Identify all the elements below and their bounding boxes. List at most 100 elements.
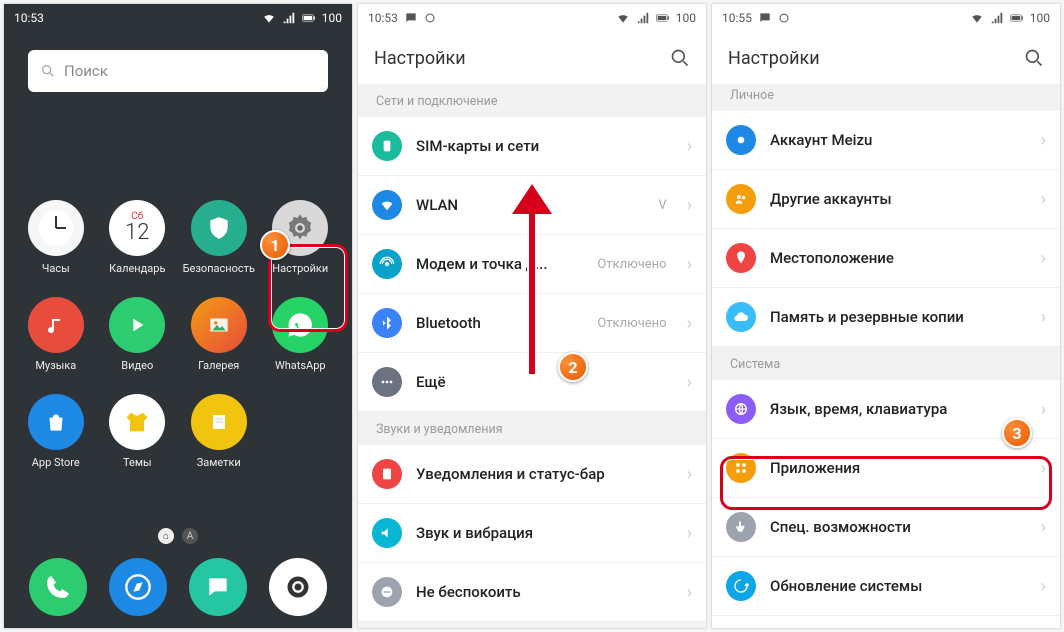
section-network: Сети и подключение	[358, 84, 706, 117]
circle-status-icon	[424, 12, 436, 24]
app-security[interactable]: Безопасность	[181, 200, 257, 275]
chevron-right-icon: ›	[1041, 248, 1046, 269]
chevron-right-icon: ›	[1041, 576, 1046, 597]
search-icon[interactable]	[670, 48, 690, 68]
item-bluetooth[interactable]: Bluetooth Отключено ›	[358, 294, 706, 353]
section-sound: Звуки и уведомления	[358, 412, 706, 445]
status-bar: 10:53 100	[358, 4, 706, 32]
sound-icon	[379, 525, 395, 541]
app-appstore[interactable]: App Store	[18, 394, 94, 469]
notification-icon	[379, 466, 395, 482]
signal-icon	[282, 11, 296, 25]
battery-text: 100	[322, 11, 342, 25]
signal-icon	[636, 11, 650, 25]
battery-icon	[1010, 11, 1024, 25]
app-notes[interactable]: Заметки	[181, 394, 257, 469]
hotspot-icon	[379, 256, 395, 272]
gallery-icon	[206, 312, 232, 338]
dock-phone[interactable]	[29, 558, 87, 616]
item-meizu-account[interactable]: Аккаунт Meizu ›	[712, 111, 1060, 170]
item-sound[interactable]: Звук и вибрация ›	[358, 504, 706, 563]
chevron-right-icon: ›	[687, 523, 692, 544]
phone-settings-1: 10:53 100 Настройки Сети и подключение S…	[358, 4, 706, 628]
clock-icon	[36, 208, 76, 248]
app-music[interactable]: Музыка	[18, 297, 94, 372]
item-update[interactable]: Обновление системы ›	[712, 557, 1060, 616]
wifi-icon	[616, 11, 630, 25]
app-gallery[interactable]: Галерея	[181, 297, 257, 372]
search-icon	[40, 63, 56, 79]
whatsapp-icon	[286, 311, 314, 339]
dock-camera[interactable]	[269, 558, 327, 616]
app-calendar[interactable]: Сб 12 Календарь	[100, 200, 176, 275]
search-icon[interactable]	[1024, 48, 1044, 68]
page-dot[interactable]: A	[182, 528, 198, 544]
chevron-right-icon: ›	[687, 464, 692, 485]
search-bar[interactable]: Поиск	[28, 50, 328, 92]
more-icon	[379, 374, 395, 390]
section-device: Устройство	[358, 622, 706, 628]
play-icon	[126, 314, 148, 336]
item-accessibility[interactable]: Спец. возможности ›	[712, 498, 1060, 557]
app-video[interactable]: Видео	[100, 297, 176, 372]
app-whatsapp[interactable]: WhatsApp	[263, 297, 339, 372]
item-sim[interactable]: SIM-карты и сети ›	[358, 117, 706, 176]
apps-icon	[733, 460, 749, 476]
wifi-icon	[262, 11, 276, 25]
dock-messages[interactable]	[189, 558, 247, 616]
app-clock[interactable]: Часы	[18, 200, 94, 275]
item-notifications[interactable]: Уведомления и статус-бар ›	[358, 445, 706, 504]
page-title: Настройки	[374, 48, 466, 69]
location-icon	[733, 250, 749, 266]
home-page-dot[interactable]: ⌂	[158, 528, 174, 544]
dock-browser[interactable]	[109, 558, 167, 616]
chat-status-icon	[404, 11, 418, 25]
app-grid: Часы Сб 12 Календарь Безопасность Настро…	[4, 100, 352, 469]
item-more[interactable]: Ещё ›	[358, 353, 706, 412]
item-backup[interactable]: Память и резервные копии ›	[712, 288, 1060, 347]
item-apps[interactable]: Приложения ›	[712, 439, 1060, 498]
battery-icon	[302, 11, 316, 25]
chat-icon	[205, 574, 231, 600]
item-location[interactable]: Местоположение ›	[712, 229, 1060, 288]
status-bar: 10:53 100	[4, 4, 352, 32]
phone-icon	[45, 574, 71, 600]
dock	[4, 558, 352, 616]
search-placeholder: Поиск	[64, 62, 108, 80]
battery-icon	[656, 11, 670, 25]
shield-icon	[206, 215, 232, 241]
user-icon	[733, 132, 749, 148]
chevron-right-icon: ›	[687, 136, 692, 157]
item-dnd[interactable]: Не беспокоить ›	[358, 563, 706, 622]
bluetooth-icon	[379, 315, 395, 331]
chevron-right-icon: ›	[687, 372, 692, 393]
item-accounts[interactable]: Другие аккаунты ›	[712, 170, 1060, 229]
chevron-right-icon: ›	[1041, 130, 1046, 151]
note-icon	[207, 410, 231, 434]
globe-icon	[733, 401, 749, 417]
clock-text: 10:53	[14, 11, 44, 25]
chevron-right-icon: ›	[687, 195, 692, 216]
cloud-icon	[733, 309, 749, 325]
item-about[interactable]: i О телефоне ›	[712, 616, 1060, 628]
item-wlan[interactable]: WLAN V ›	[358, 176, 706, 235]
status-bar: 10:55 100	[712, 4, 1060, 32]
music-icon	[44, 313, 68, 337]
chevron-right-icon: ›	[687, 313, 692, 334]
app-settings[interactable]: Настройки	[263, 200, 339, 275]
page-title: Настройки	[728, 48, 820, 69]
chat-status-icon	[758, 11, 772, 25]
item-language[interactable]: Язык, время, клавиатура ›	[712, 380, 1060, 439]
chevron-right-icon: ›	[1041, 399, 1046, 420]
camera-icon	[284, 573, 312, 601]
clock-text: 10:53	[368, 11, 398, 25]
hand-icon	[733, 519, 749, 535]
phone-settings-2: 10:55 100 Настройки Личное Аккаунт Meizu…	[712, 4, 1060, 628]
page-indicator[interactable]: ⌂ A	[4, 528, 352, 544]
section-personal: Личное	[712, 84, 1060, 111]
item-hotspot[interactable]: Модем и точка д... Отключено ›	[358, 235, 706, 294]
wifi-icon	[970, 11, 984, 25]
gear-icon	[285, 213, 315, 243]
app-themes[interactable]: Темы	[100, 394, 176, 469]
signal-icon	[990, 11, 1004, 25]
